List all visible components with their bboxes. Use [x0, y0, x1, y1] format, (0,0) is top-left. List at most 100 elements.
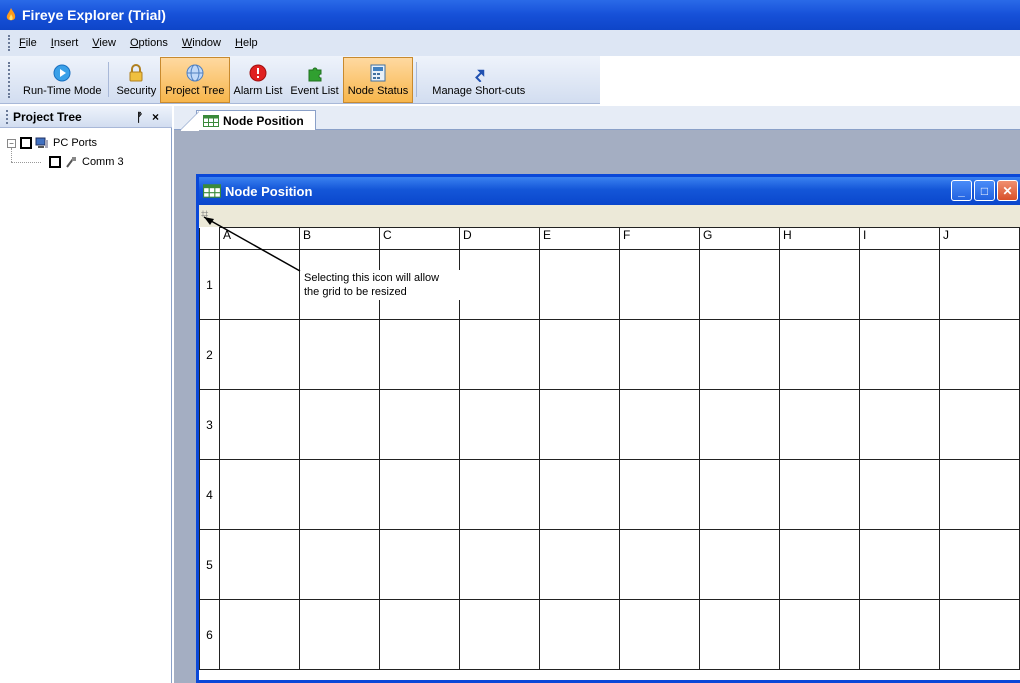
grid-icon — [203, 184, 221, 198]
grid-cell[interactable] — [299, 599, 380, 670]
project-tree-button[interactable]: Project Tree — [160, 57, 230, 103]
grid-cell[interactable] — [699, 459, 780, 530]
grid-cell[interactable] — [779, 459, 860, 530]
column-header[interactable]: J — [939, 227, 1020, 250]
grid-cell[interactable] — [939, 249, 1020, 320]
row-header[interactable]: 3 — [199, 389, 220, 460]
column-header[interactable]: I — [859, 227, 940, 250]
grid-cell[interactable] — [459, 529, 540, 600]
menu-options[interactable]: Options — [130, 37, 168, 49]
grid-cell[interactable] — [539, 389, 620, 460]
column-header[interactable]: G — [699, 227, 780, 250]
grid-cell[interactable] — [219, 389, 300, 460]
column-header[interactable]: H — [779, 227, 860, 250]
grid-cell[interactable] — [699, 389, 780, 460]
grid-cell[interactable] — [859, 599, 940, 670]
column-header[interactable]: E — [539, 227, 620, 250]
node-position-window-titlebar[interactable]: Node Position _ □ ✕ — [199, 177, 1020, 205]
grid-cell[interactable] — [299, 319, 380, 390]
grid-cell[interactable] — [379, 389, 460, 460]
grid-cell[interactable] — [539, 599, 620, 670]
run-time-mode-button[interactable]: Run-Time Mode — [19, 57, 105, 103]
grid-cell[interactable] — [699, 529, 780, 600]
column-header[interactable]: F — [619, 227, 700, 250]
node-status-button[interactable]: Node Status — [342, 57, 414, 103]
grid-cell[interactable] — [459, 249, 540, 320]
grid-cell[interactable] — [299, 459, 380, 530]
grid-row: 3 — [199, 389, 1020, 460]
grid-cell[interactable] — [699, 249, 780, 320]
grid-cell[interactable] — [779, 249, 860, 320]
grid-cell[interactable] — [859, 249, 940, 320]
grid-cell[interactable] — [939, 319, 1020, 390]
grid-cell[interactable] — [299, 389, 380, 460]
grid-cell[interactable] — [619, 459, 700, 530]
grid-cell[interactable] — [939, 599, 1020, 670]
grid-cell[interactable] — [379, 599, 460, 670]
grid-cell[interactable] — [379, 529, 460, 600]
tree-checkbox[interactable] — [20, 137, 32, 149]
grid-cell[interactable] — [699, 319, 780, 390]
grid-cell[interactable] — [859, 389, 940, 460]
grid-cell[interactable] — [779, 319, 860, 390]
grid-cell[interactable] — [379, 459, 460, 530]
grid-cell[interactable] — [619, 249, 700, 320]
close-button[interactable]: ✕ — [997, 180, 1018, 201]
grid-cell[interactable] — [859, 319, 940, 390]
menu-view[interactable]: View — [92, 37, 116, 49]
grid-cell[interactable] — [539, 459, 620, 530]
grid-cell[interactable] — [219, 319, 300, 390]
collapse-icon[interactable]: − — [7, 138, 16, 148]
grid-cell[interactable] — [539, 319, 620, 390]
grid-cell[interactable] — [219, 529, 300, 600]
grid-cell[interactable] — [939, 459, 1020, 530]
menu-help[interactable]: Help — [235, 37, 258, 49]
alarm-list-button[interactable]: Alarm List — [230, 57, 287, 103]
row-header[interactable]: 4 — [199, 459, 220, 530]
grid-cell[interactable] — [459, 459, 540, 530]
grid-cell[interactable] — [779, 389, 860, 460]
tree-node-pc-ports[interactable]: − PC Ports — [7, 136, 97, 150]
menu-insert[interactable]: Insert — [51, 37, 79, 49]
grid-cell[interactable] — [459, 599, 540, 670]
pin-icon[interactable]: ᚡ — [136, 110, 143, 124]
menu-window[interactable]: Window — [182, 37, 221, 49]
grid-cell[interactable] — [699, 599, 780, 670]
tree-node-comm3[interactable]: Comm 3 — [49, 155, 124, 169]
grid-cell[interactable] — [779, 599, 860, 670]
grid-cell[interactable] — [619, 529, 700, 600]
grid-cell[interactable] — [539, 529, 620, 600]
maximize-button[interactable]: □ — [974, 180, 995, 201]
event-list-button[interactable]: Event List — [286, 57, 342, 103]
row-header[interactable]: 5 — [199, 529, 220, 600]
manage-shortcuts-button[interactable]: Manage Short-cuts — [420, 57, 537, 103]
grid-cell[interactable] — [459, 319, 540, 390]
column-header[interactable]: D — [459, 227, 540, 250]
grid-cell[interactable] — [539, 249, 620, 320]
column-header[interactable]: C — [379, 227, 460, 250]
grid-cell[interactable] — [859, 459, 940, 530]
menu-file[interactable]: File — [19, 37, 37, 49]
grid-cell[interactable] — [779, 529, 860, 600]
grid-cell[interactable] — [619, 599, 700, 670]
toolbar-empty-area — [600, 56, 1020, 104]
grid-cell[interactable] — [939, 529, 1020, 600]
security-button[interactable]: Security — [112, 57, 160, 103]
row-header[interactable]: 2 — [199, 319, 220, 390]
shortcut-arrow-icon — [470, 64, 488, 82]
minimize-button[interactable]: _ — [951, 180, 972, 201]
grid-cell[interactable] — [619, 319, 700, 390]
grid-cell[interactable] — [459, 389, 540, 460]
close-pane-icon[interactable]: × — [152, 110, 159, 124]
tab-node-position[interactable]: Node Position — [181, 110, 316, 131]
grid-cell[interactable] — [379, 319, 460, 390]
grid-cell[interactable] — [859, 529, 940, 600]
grid-cell[interactable] — [219, 459, 300, 530]
grid-cell[interactable] — [219, 599, 300, 670]
grid-cell[interactable] — [619, 389, 700, 460]
column-header[interactable]: B — [299, 227, 380, 250]
grid-cell[interactable] — [299, 529, 380, 600]
tree-checkbox[interactable] — [49, 156, 61, 168]
row-header[interactable]: 6 — [199, 599, 220, 670]
grid-cell[interactable] — [939, 389, 1020, 460]
